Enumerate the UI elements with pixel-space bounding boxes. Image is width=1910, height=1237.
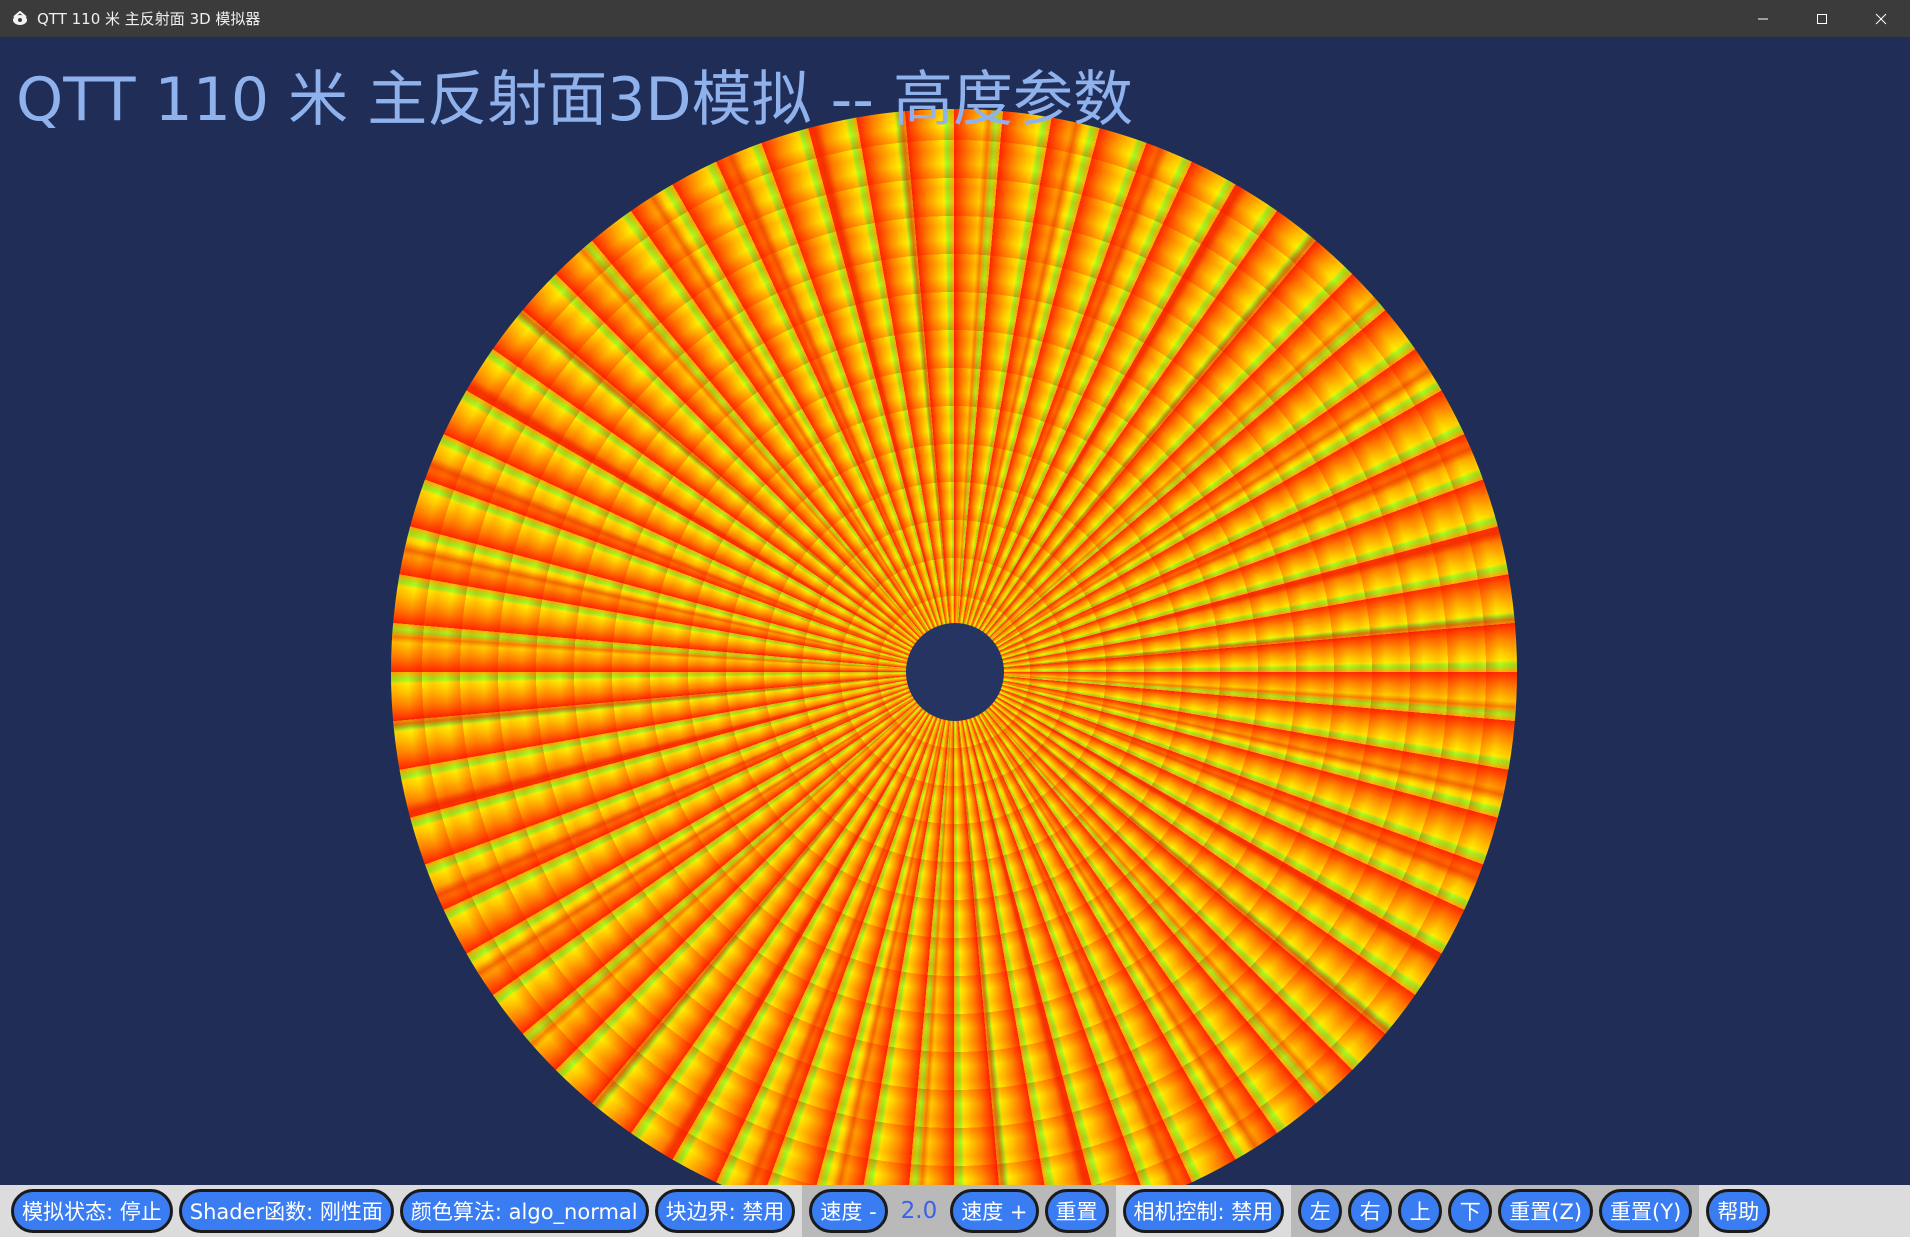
help-button[interactable]: 帮助 <box>1706 1189 1771 1233</box>
toolbar-group-camera: 相机控制: 禁用 <box>1117 1185 1290 1237</box>
toolbar-group-navigation: 左 右 上 下 重置(Z) 重置(Y) <box>1291 1185 1700 1237</box>
minimize-icon <box>1757 18 1768 19</box>
window-controls <box>1733 0 1910 37</box>
shader-button[interactable]: Shader函数: 刚性面 <box>178 1189 394 1233</box>
app-logo-icon <box>11 10 29 28</box>
window-title: QTT 110 米 主反射面 3D 模拟器 <box>37 10 261 28</box>
close-icon <box>1875 13 1886 24</box>
right-button[interactable]: 右 <box>1348 1189 1393 1233</box>
block-border-button[interactable]: 块边界: 禁用 <box>654 1189 796 1233</box>
toolbar-group-speed: 速度 - 2.0 速度 + 重置 <box>802 1185 1116 1237</box>
toolbar-group-help: 帮助 <box>1701 1185 1776 1237</box>
reset-button[interactable]: 重置 <box>1044 1189 1109 1233</box>
color-algo-button[interactable]: 颜色算法: algo_normal <box>399 1189 649 1233</box>
left-button[interactable]: 左 <box>1298 1189 1343 1233</box>
bottom-toolbar: 模拟状态: 停止 Shader函数: 刚性面 颜色算法: algo_normal… <box>0 1185 1910 1237</box>
minimize-button[interactable] <box>1733 0 1792 37</box>
sim-status-button[interactable]: 模拟状态: 停止 <box>11 1189 173 1233</box>
toolbar-group-settings: 模拟状态: 停止 Shader函数: 刚性面 颜色算法: algo_normal… <box>6 1185 801 1237</box>
close-button[interactable] <box>1851 0 1910 37</box>
speed-plus-button[interactable]: 速度 + <box>950 1189 1039 1233</box>
down-button[interactable]: 下 <box>1448 1189 1493 1233</box>
render-viewport[interactable]: QTT 110 米 主反射面3D模拟 -- 高度参数 <box>0 37 1910 1185</box>
dish-center-hole <box>906 623 1004 721</box>
window-titlebar: QTT 110 米 主反射面 3D 模拟器 <box>0 0 1910 37</box>
maximize-button[interactable] <box>1792 0 1851 37</box>
up-button[interactable]: 上 <box>1398 1189 1443 1233</box>
maximize-icon <box>1816 13 1827 24</box>
reset-z-button[interactable]: 重置(Z) <box>1498 1189 1594 1233</box>
speed-minus-button[interactable]: 速度 - <box>809 1189 888 1233</box>
speed-value: 2.0 <box>900 1198 938 1224</box>
reset-y-button[interactable]: 重置(Y) <box>1599 1189 1693 1233</box>
page-title: QTT 110 米 主反射面3D模拟 -- 高度参数 <box>16 65 1134 135</box>
camera-control-button[interactable]: 相机控制: 禁用 <box>1122 1189 1285 1233</box>
reflector-dish[interactable] <box>391 109 1517 1185</box>
